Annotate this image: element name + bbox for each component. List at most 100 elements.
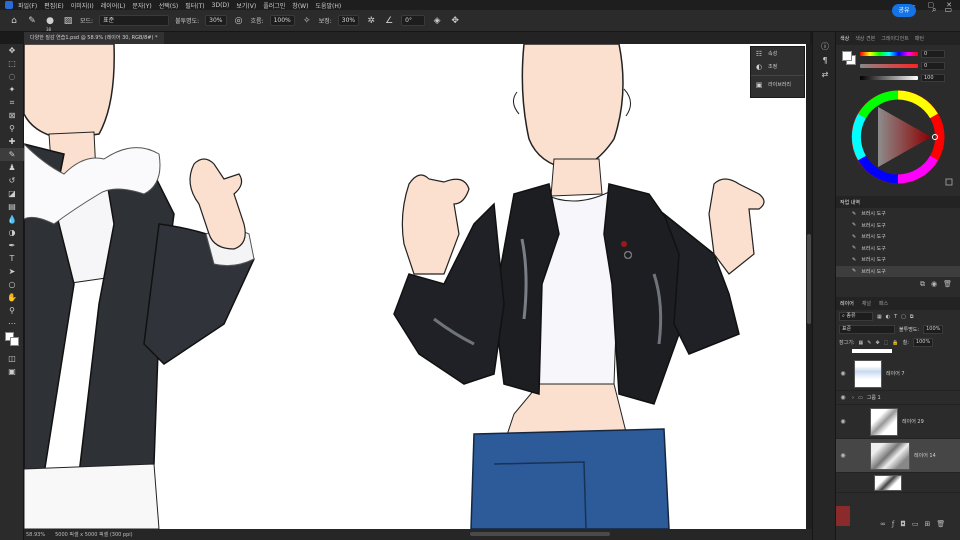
brush-tool-icon[interactable]: ✎ <box>0 148 24 161</box>
frame-tool-icon[interactable]: ⊠ <box>0 109 24 122</box>
r-value[interactable]: 0 <box>921 49 945 58</box>
history-item[interactable]: ✎ 브러시 도구 <box>836 254 960 266</box>
link-layers-icon[interactable]: ∞ <box>880 520 886 528</box>
type-tool-icon[interactable]: T <box>0 252 24 265</box>
vertical-scrollbar-thumb[interactable] <box>807 234 811 324</box>
opacity-field[interactable]: 30% <box>205 15 227 26</box>
menu-file[interactable]: 파일(F) <box>18 1 37 10</box>
pressure-size-icon[interactable]: ◈ <box>431 15 443 27</box>
smoothing-field[interactable]: 30% <box>337 15 360 26</box>
zoom-tool-icon[interactable]: ⚲ <box>0 304 24 317</box>
workspace-icon[interactable]: ▭ <box>944 5 952 15</box>
tab-patterns[interactable]: 패턴 <box>915 35 924 42</box>
symmetry-icon[interactable]: ✥ <box>449 15 461 27</box>
flow-field[interactable]: 100% <box>269 15 295 26</box>
zoom-level[interactable]: 58.93% <box>26 532 45 538</box>
canvas[interactable] <box>24 44 806 529</box>
marquee-tool-icon[interactable]: ⬚ <box>0 57 24 70</box>
tab-gradients[interactable]: 그레이디언트 <box>881 35 909 42</box>
slider-row-r[interactable]: 0 <box>860 49 945 58</box>
history-item[interactable]: ✎ 브러시 도구 <box>836 243 960 255</box>
brush-preset-icon[interactable]: ● 38 <box>44 15 56 32</box>
stamp-tool-icon[interactable]: ♟ <box>0 161 24 174</box>
eye-icon[interactable]: ◉ <box>836 452 850 459</box>
filter-adjust-icon[interactable]: ◐ <box>886 314 890 320</box>
b-value[interactable]: 100 <box>921 73 945 82</box>
gradient-tool-icon[interactable]: ▤ <box>0 200 24 213</box>
mask-icon[interactable]: ◘ <box>900 520 906 528</box>
lock-artboard-icon[interactable]: ⬚ <box>884 340 889 346</box>
snapshot-icon[interactable]: ◉ <box>931 280 937 288</box>
menu-type[interactable]: 문자(Y) <box>132 1 151 10</box>
menu-image[interactable]: 이미지(I) <box>71 1 94 10</box>
tab-swatches[interactable]: 색상 견본 <box>855 35 875 42</box>
search-icon[interactable]: ⌕ <box>932 5 936 15</box>
mode-select[interactable]: 표준 <box>99 15 170 26</box>
healing-tool-icon[interactable]: ✚ <box>0 135 24 148</box>
history-item[interactable]: ✎ 브러시 도구 <box>836 220 960 232</box>
info-icon[interactable]: ⓘ <box>813 40 837 54</box>
lock-all-icon[interactable]: 🔒 <box>892 340 898 346</box>
eye-icon[interactable]: ◉ <box>836 370 850 377</box>
eyedropper-tool-icon[interactable]: ⚲ <box>0 122 24 135</box>
new-document-from-state-icon[interactable]: ⧉ <box>920 280 925 289</box>
new-group-icon[interactable]: ▭ <box>912 520 919 528</box>
pen-tool-icon[interactable]: ✒ <box>0 239 24 252</box>
screen-mode-icon[interactable]: ▣ <box>0 365 24 378</box>
pressure-opacity-icon[interactable]: ◎ <box>233 15 245 27</box>
group-row[interactable]: ◉ › ▭ 그룹 1 <box>836 391 960 405</box>
angle-field[interactable]: 0° <box>401 15 426 26</box>
popup-item-adjustments[interactable]: ◐ 조정 <box>751 60 804 73</box>
document-tab[interactable]: 다양한 질감 연습1.psd @ 58.9% (레이어 30, RGB/8#) … <box>24 32 164 44</box>
filter-type-icon[interactable]: T <box>894 314 897 320</box>
eye-icon[interactable]: ◉ <box>836 418 850 425</box>
popup-item-libraries[interactable]: ▣ 라이브러리 <box>751 78 804 91</box>
new-layer-icon[interactable]: ⊞ <box>924 520 930 528</box>
fx-icon[interactable]: ƒ <box>892 520 894 528</box>
share-button[interactable]: 공유 <box>892 4 916 17</box>
slider-row-g[interactable]: 0 <box>860 61 945 70</box>
layer-row-selected[interactable]: ◉ 레이어 14 <box>836 439 960 473</box>
menu-layer[interactable]: 레이어(L) <box>101 1 126 10</box>
brush-settings-icon[interactable]: ▨ <box>62 15 74 27</box>
menu-3d[interactable]: 3D(D) <box>212 2 230 9</box>
menu-view[interactable]: 보기(V) <box>236 1 256 10</box>
delete-layer-icon[interactable]: 🗑 <box>936 520 945 528</box>
filter-smart-icon[interactable]: ⧉ <box>910 314 914 320</box>
path-select-tool-icon[interactable]: ➤ <box>0 265 24 278</box>
layer-opacity-field[interactable]: 100% <box>923 325 944 334</box>
layer-row-partial[interactable] <box>836 473 960 493</box>
smoothing-settings-icon[interactable]: ✲ <box>365 15 377 27</box>
menu-help[interactable]: 도움말(H) <box>315 1 341 10</box>
chevron-right-icon[interactable]: › <box>852 395 854 401</box>
layer-row[interactable]: ◉ 레이어 29 <box>836 405 960 439</box>
horizontal-scrollbar-thumb[interactable] <box>470 532 610 536</box>
dodge-tool-icon[interactable]: ◑ <box>0 226 24 239</box>
foreground-color-swatch[interactable] <box>842 51 852 61</box>
layer-filter-select[interactable]: ⌕ 종류 <box>839 312 873 321</box>
lock-pixels-icon[interactable]: ▦ <box>859 340 864 346</box>
menu-edit[interactable]: 편집(E) <box>44 1 64 10</box>
filter-pixel-icon[interactable]: ▦ <box>877 314 882 320</box>
airbrush-icon[interactable]: ✧ <box>301 15 313 27</box>
move-tool-icon[interactable]: ✥ <box>0 44 24 57</box>
eye-icon[interactable]: ◉ <box>836 394 850 401</box>
home-icon[interactable]: ⌂ <box>8 15 20 27</box>
blend-mode-select[interactable]: 표준 <box>839 325 895 334</box>
history-brush-tool-icon[interactable]: ↺ <box>0 174 24 187</box>
menu-filter[interactable]: 필터(T) <box>185 1 204 10</box>
swap-icon[interactable]: ⇄ <box>813 68 837 82</box>
menu-plugins[interactable]: 플러그인 <box>263 1 285 10</box>
color-wheel[interactable] <box>836 87 960 192</box>
brush-tool-icon[interactable]: ✎ <box>26 15 38 27</box>
tab-layers[interactable]: 레이어 <box>840 300 854 307</box>
magic-wand-tool-icon[interactable]: ✦ <box>0 83 24 96</box>
layer-row[interactable]: ◉ 레이어 7 <box>836 357 960 391</box>
menu-window[interactable]: 창(W) <box>292 1 308 10</box>
color-swatch-icon[interactable] <box>0 330 24 352</box>
popup-item-properties[interactable]: ☷ 속성 <box>751 47 804 60</box>
lock-move-icon[interactable]: ✥ <box>875 340 879 346</box>
slider-row-b[interactable]: 100 <box>860 73 945 82</box>
menu-select[interactable]: 선택(S) <box>159 1 179 10</box>
tab-channels[interactable]: 채널 <box>862 300 871 307</box>
